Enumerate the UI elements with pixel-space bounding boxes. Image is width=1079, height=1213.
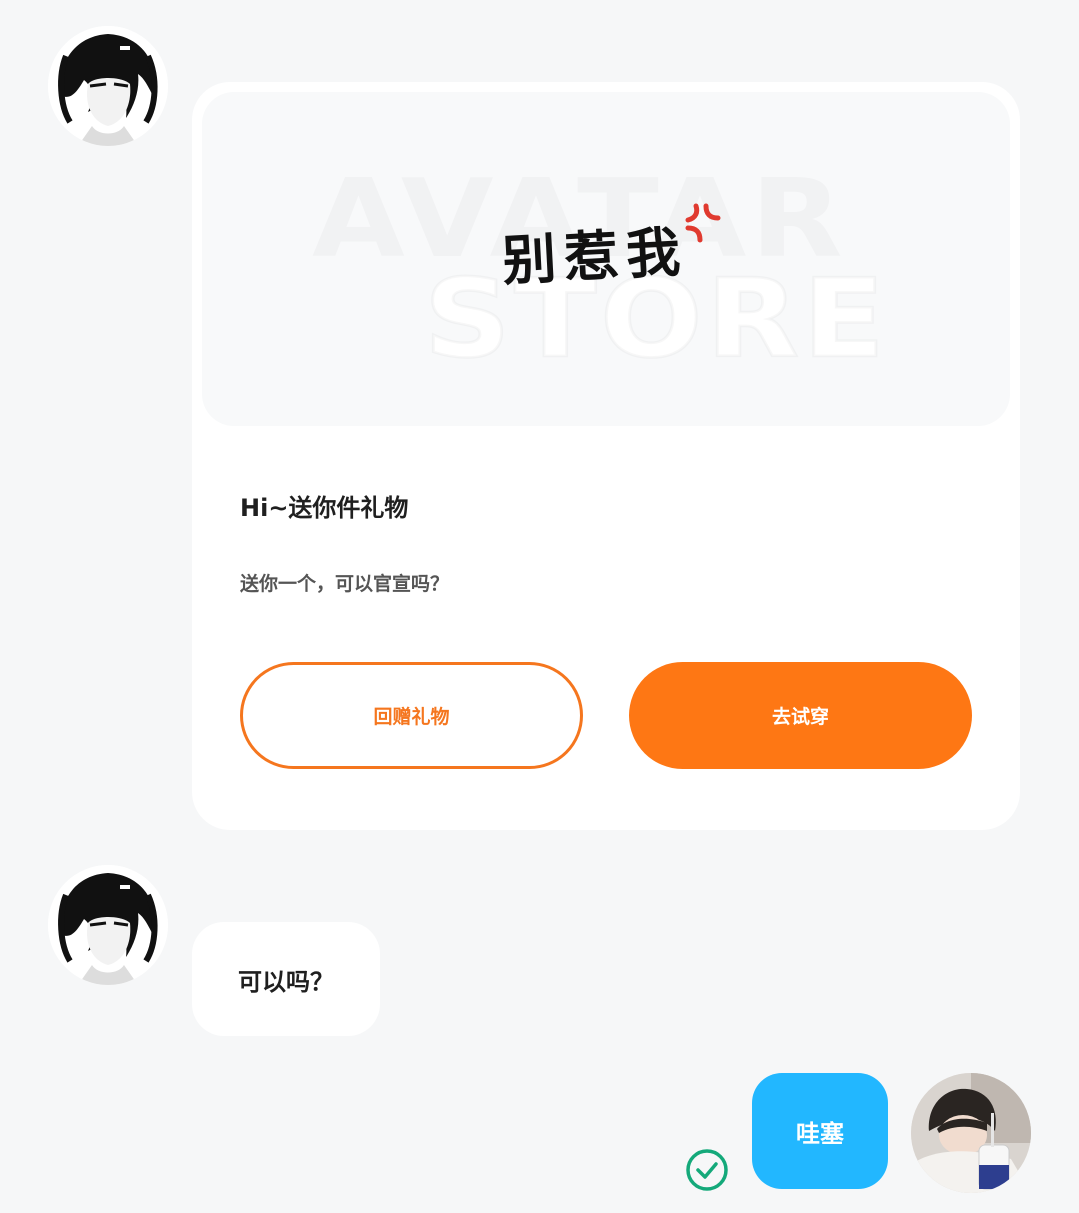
gift-item-preview: 别惹我	[501, 203, 721, 293]
gift-banner: AVATAR STORE 别惹我	[202, 92, 1010, 426]
my-avatar[interactable]	[911, 1073, 1031, 1193]
try-on-button[interactable]: 去试穿	[629, 662, 972, 769]
gift-card-title: Hi~送你件礼物	[240, 494, 409, 522]
sender-avatar[interactable]	[48, 865, 168, 985]
photo-avatar-image	[911, 1073, 1031, 1193]
sender-avatar[interactable]	[48, 26, 168, 146]
check-circle-icon	[686, 1149, 728, 1191]
anime-avatar-image	[48, 26, 168, 146]
incoming-message-bubble[interactable]: 可以吗？	[192, 922, 380, 1036]
return-gift-button[interactable]: 回赠礼物	[240, 662, 583, 769]
gift-item-text: 别惹我	[500, 220, 690, 293]
gift-card-subtitle: 送你一个，可以官宣吗？	[240, 573, 450, 595]
outgoing-message-bubble[interactable]: 哇塞	[752, 1073, 888, 1189]
gift-card-message[interactable]: AVATAR STORE 别惹我 Hi~送你件礼物 送你一个，可以官宣吗？ 回赠…	[192, 82, 1020, 830]
anger-mark-icon	[685, 203, 721, 243]
anime-avatar-image	[48, 865, 168, 985]
